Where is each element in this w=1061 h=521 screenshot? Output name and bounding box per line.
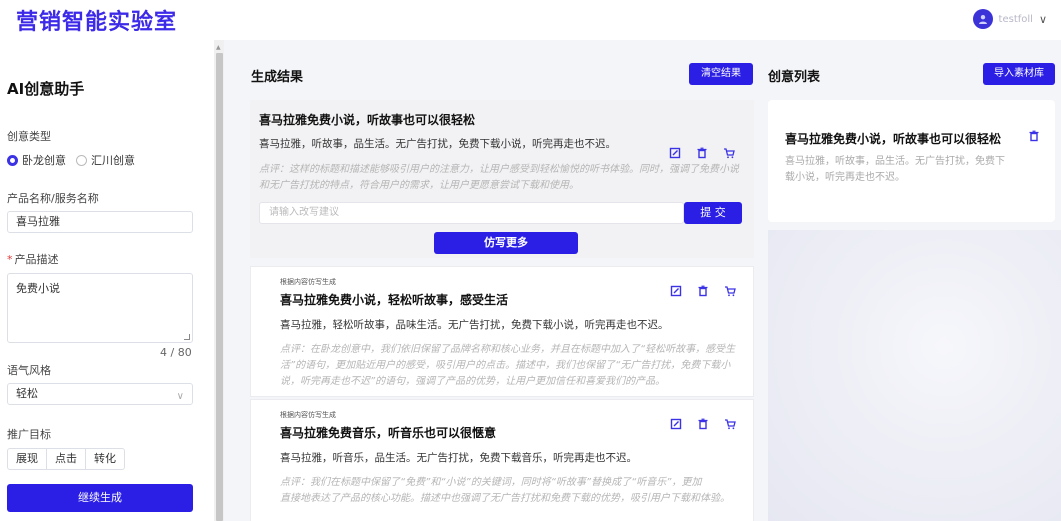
user-menu[interactable]: testfoll ∨ bbox=[972, 8, 1047, 30]
product-desc-label: * 产品描述 bbox=[7, 253, 59, 266]
suggestion-input[interactable]: 请输入改写建议 bbox=[259, 202, 684, 224]
goal-conversion[interactable]: 转化 bbox=[85, 448, 125, 470]
result-title: 喜马拉雅免费小说，轻松听故事，感受生活 bbox=[280, 293, 509, 307]
result-tag: 根据内容仿写生成 bbox=[280, 411, 336, 419]
product-desc-textarea[interactable]: 免费小说 bbox=[7, 273, 193, 343]
resize-handle-icon[interactable] bbox=[184, 334, 190, 340]
cart-icon[interactable] bbox=[724, 418, 736, 430]
result-actions bbox=[669, 147, 735, 159]
top-bar: 营销智能实验室 testfoll ∨ bbox=[0, 0, 1061, 40]
tone-label: 语气风格 bbox=[7, 364, 51, 377]
edit-icon[interactable] bbox=[670, 285, 682, 297]
scrollbar-thumb[interactable] bbox=[216, 53, 223, 521]
tone-select[interactable]: 轻松 ∨ bbox=[7, 383, 193, 405]
result-actions bbox=[670, 418, 736, 430]
char-counter: 4 / 80 bbox=[160, 346, 192, 359]
panel-title: AI创意助手 bbox=[7, 80, 85, 98]
delete-icon[interactable] bbox=[697, 418, 709, 430]
radio-wolong[interactable]: 卧龙创意 bbox=[7, 152, 66, 168]
result-card: 根据内容仿写生成 喜马拉雅免费小说，轻松听故事，感受生活 喜马拉雅，轻松听故事，… bbox=[250, 266, 754, 397]
goal-click[interactable]: 点击 bbox=[46, 448, 86, 470]
creative-list-title: 创意列表 bbox=[768, 70, 821, 85]
delete-icon[interactable] bbox=[696, 147, 708, 159]
result-desc: 喜马拉雅，听故事，品生活。无广告打扰，免费下载小说，听完再走也不迟。 bbox=[259, 138, 616, 150]
product-name-input[interactable]: 喜马拉雅 bbox=[7, 211, 193, 233]
result-card: 喜马拉雅免费小说，听故事也可以很轻松 喜马拉雅，听故事，品生活。无广告打扰，免费… bbox=[250, 100, 754, 258]
radio-label: 汇川创意 bbox=[91, 154, 135, 167]
user-avatar-icon bbox=[972, 9, 993, 29]
delete-icon[interactable] bbox=[697, 285, 709, 297]
result-card: 根据内容仿写生成 喜马拉雅免费音乐，听音乐也可以很惬意 喜马拉雅，听音乐，品生活… bbox=[250, 399, 754, 521]
scroll-up-icon[interactable]: ▲ bbox=[216, 44, 221, 51]
creative-card: 喜马拉雅免费小说，听故事也可以很轻松 喜马拉雅，听故事，品生活。无广告打扰，免费… bbox=[768, 100, 1055, 222]
continue-generate-button[interactable]: 继续生成 bbox=[7, 484, 193, 512]
result-comment: 点评：在卧龙创意中，我们依旧保留了品牌名称和核心业务，并且在标题中加入了“轻松听… bbox=[280, 344, 736, 387]
chevron-down-icon: ∨ bbox=[1038, 12, 1047, 26]
product-desc-value: 免费小说 bbox=[16, 282, 60, 295]
clear-results-button[interactable]: 清空结果 bbox=[689, 63, 753, 85]
result-comment: 点评：我们在标题中保留了“免费”和“小说”的关键词，同时将“听故事”替换成了“听… bbox=[280, 477, 730, 504]
cart-icon[interactable] bbox=[724, 285, 736, 297]
result-title: 喜马拉雅免费小说，听故事也可以很轻松 bbox=[259, 113, 476, 127]
creative-title: 喜马拉雅免费小说，听故事也可以很轻松 bbox=[785, 132, 1002, 146]
rewrite-more-button[interactable]: 仿写更多 bbox=[434, 232, 578, 254]
background-decoration bbox=[768, 230, 1061, 521]
goal-segmented: 展现 点击 转化 bbox=[7, 448, 125, 470]
creative-type-label: 创意类型 bbox=[7, 130, 51, 143]
user-name: testfoll bbox=[998, 13, 1033, 25]
edit-icon[interactable] bbox=[669, 147, 681, 159]
brand-title: 营销智能实验室 bbox=[16, 10, 178, 35]
radio-unchecked-icon bbox=[76, 154, 87, 166]
result-comment: 点评：这样的标题和描述能够吸引用户的注意力，让用户感受到轻松愉悦的听书体验。同时… bbox=[259, 164, 739, 191]
chevron-down-icon: ∨ bbox=[176, 391, 184, 402]
result-actions bbox=[670, 285, 736, 297]
result-tag: 根据内容仿写生成 bbox=[280, 278, 336, 286]
radio-label: 卧龙创意 bbox=[22, 154, 66, 167]
creative-desc: 喜马拉雅，听故事，品生活。无广告打扰，免费下 载小说，听完再走也不迟。 bbox=[785, 156, 1005, 183]
radio-checked-icon bbox=[7, 154, 18, 166]
result-title: 喜马拉雅免费音乐，听音乐也可以很惬意 bbox=[280, 426, 497, 440]
delete-icon[interactable] bbox=[1028, 130, 1040, 142]
result-desc: 喜马拉雅，轻松听故事，品味生活。无广告打扰，免费下载小说，听完再走也不迟。 bbox=[280, 319, 669, 331]
result-desc: 喜马拉雅，听音乐，品生活。无广告打扰，免费下载音乐，听完再走也不迟。 bbox=[280, 452, 637, 464]
tone-value: 轻松 bbox=[16, 387, 38, 400]
cart-icon[interactable] bbox=[723, 147, 735, 159]
goal-impression[interactable]: 展现 bbox=[7, 448, 47, 470]
goal-label: 推广目标 bbox=[7, 428, 51, 441]
results-title: 生成结果 bbox=[251, 70, 304, 85]
submit-button[interactable]: 提 交 bbox=[684, 202, 742, 224]
ai-assistant-panel: AI创意助手 创意类型 卧龙创意 汇川创意 产品名称/服务名称 喜马拉雅 * 产品… bbox=[0, 40, 214, 521]
import-library-button[interactable]: 导入素材库 bbox=[983, 63, 1055, 85]
radio-huichuan[interactable]: 汇川创意 bbox=[76, 152, 135, 168]
edit-icon[interactable] bbox=[670, 418, 682, 430]
product-name-label: 产品名称/服务名称 bbox=[7, 192, 99, 205]
creative-type-group: 卧龙创意 汇川创意 bbox=[7, 152, 135, 168]
